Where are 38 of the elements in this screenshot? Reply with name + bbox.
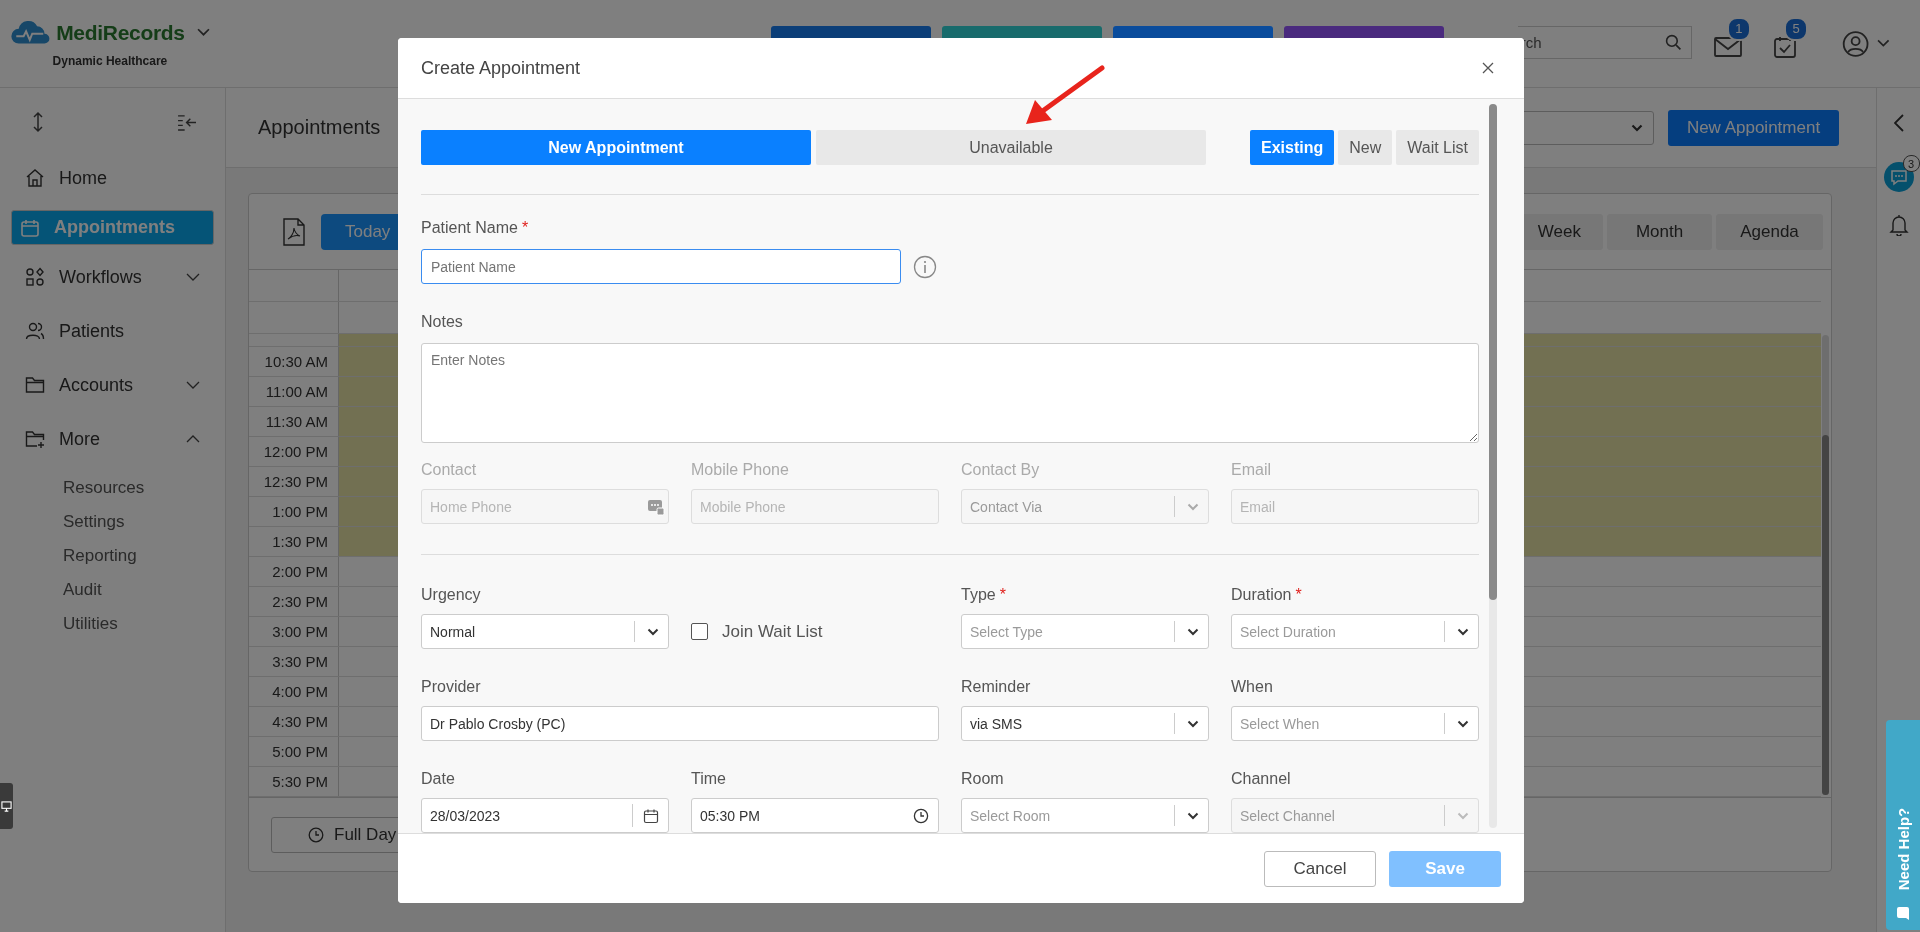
notification-badge: 1: [1727, 16, 1751, 41]
field-label: Type: [961, 586, 996, 605]
time-label: 11:30 AM: [265, 413, 328, 430]
field-label: Urgency: [421, 586, 481, 605]
time-label: 1:00 PM: [272, 503, 328, 520]
time-label: 2:30 PM: [272, 593, 328, 610]
time-label: 1:30 PM: [272, 533, 328, 550]
required-mark: *: [1295, 586, 1302, 605]
field-label: Contact: [421, 461, 477, 480]
brand-tagline: Dynamic Healthcare: [52, 54, 168, 68]
field-label: Mobile Phone: [691, 461, 789, 480]
time-label: 12:00 PM: [263, 443, 328, 460]
field-label: Duration: [1231, 586, 1292, 605]
notification-badge: 5: [1784, 16, 1809, 41]
time-label: 5:30 PM: [272, 773, 328, 790]
time-label: 3:00 PM: [272, 623, 328, 640]
time-label: 2:00 PM: [272, 563, 328, 580]
field-label: Provider: [421, 678, 481, 697]
time-label: 10:30 AM: [264, 353, 328, 370]
field-label: Notes: [421, 313, 463, 332]
field-label: When: [1231, 678, 1273, 697]
field-label: Reminder: [961, 678, 1031, 697]
dialog-title: Create Appointment: [421, 57, 581, 79]
required-mark: *: [521, 219, 529, 238]
field-label: Time: [691, 770, 726, 789]
time-label: 5:00 PM: [272, 743, 328, 760]
field-label: Channel: [1231, 770, 1291, 789]
time-label: 11:00 AM: [265, 383, 328, 400]
field-label: Room: [961, 770, 1004, 789]
required-mark: *: [999, 586, 1006, 605]
field-label: Date: [421, 770, 455, 789]
page-title: Appointments: [258, 116, 381, 139]
field-label: Contact By: [961, 461, 1040, 480]
time-label: 4:30 PM: [272, 713, 328, 730]
field-label: Email: [1231, 461, 1271, 480]
time-label: 3:30 PM: [272, 653, 328, 670]
time-label: 12:30 PM: [263, 473, 328, 490]
time-label: 4:00 PM: [272, 683, 328, 700]
